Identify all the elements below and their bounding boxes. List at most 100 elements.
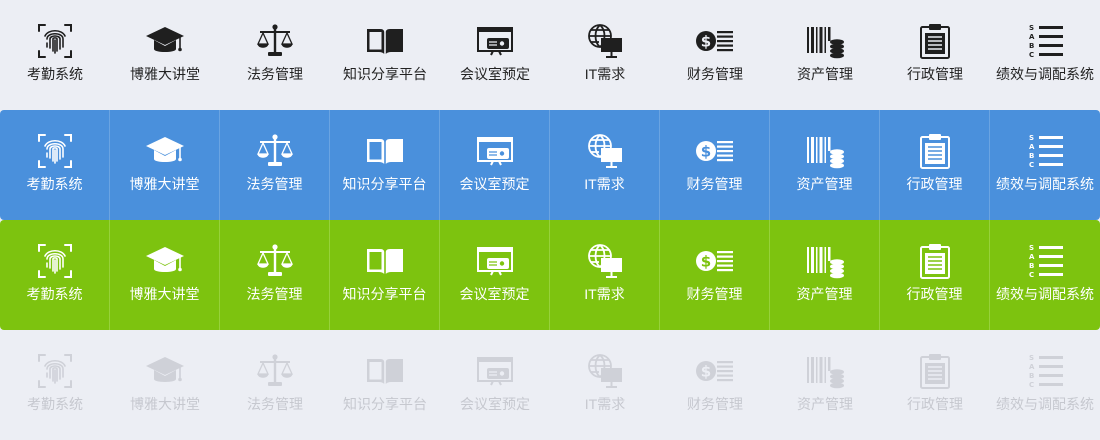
app-tile-hover[interactable]: 行政管理	[880, 110, 990, 220]
fingerprint-icon	[35, 21, 75, 61]
fingerprint-icon	[35, 241, 75, 281]
row-active: 考勤系统 博雅大讲堂 法务管理 知识分享平台 会议室预定 IT需求 $ 财务管理…	[0, 220, 1100, 330]
app-tile-active[interactable]: IT需求	[550, 220, 660, 330]
app-tile-active[interactable]: 行政管理	[880, 220, 990, 330]
scales-icon	[255, 351, 295, 391]
app-tile-default[interactable]: 资产管理	[770, 0, 880, 110]
svg-text:A: A	[1029, 253, 1035, 261]
dollar-list-icon: $	[695, 241, 735, 281]
app-tile-disabled: 资产管理	[770, 330, 880, 440]
graduation-cap-icon	[145, 131, 185, 171]
svg-text:$: $	[701, 33, 711, 51]
svg-text:A: A	[1029, 363, 1035, 371]
app-tile-hover[interactable]: 知识分享平台	[330, 110, 440, 220]
app-tile-default[interactable]: 知识分享平台	[330, 0, 440, 110]
app-tile-active[interactable]: 博雅大讲堂	[110, 220, 220, 330]
svg-text:B: B	[1029, 262, 1034, 270]
projector-icon	[475, 241, 515, 281]
app-tile-label: 知识分享平台	[342, 176, 427, 192]
graduation-cap-icon	[145, 21, 185, 61]
app-tile-label: 绩效与调配系统	[996, 396, 1094, 412]
app-tile-label: 财务管理	[687, 396, 743, 412]
open-book-icon	[365, 131, 405, 171]
app-tile-active[interactable]: 知识分享平台	[330, 220, 440, 330]
app-tile-label: 法务管理	[247, 396, 303, 412]
projector-icon	[475, 131, 515, 171]
app-tile-disabled: 知识分享平台	[330, 330, 440, 440]
svg-text:B: B	[1029, 152, 1034, 160]
app-tile-label: 会议室预定	[459, 286, 530, 302]
svg-text:B: B	[1029, 42, 1034, 50]
app-tile-active[interactable]: S A B C 绩效与调配系统	[990, 220, 1100, 330]
app-tile-hover[interactable]: 资产管理	[770, 110, 880, 220]
app-tile-hover[interactable]: 会议室预定	[440, 110, 550, 220]
sabc-list-icon: S A B C	[1025, 241, 1065, 281]
svg-text:S: S	[1029, 134, 1034, 142]
app-tile-label: 行政管理	[907, 396, 963, 412]
app-tile-default[interactable]: 博雅大讲堂	[110, 0, 220, 110]
app-tile-label: 博雅大讲堂	[130, 66, 200, 82]
app-tile-label: IT需求	[584, 66, 626, 82]
app-tile-label: 法务管理	[246, 286, 303, 302]
app-tile-default[interactable]: IT需求	[550, 0, 660, 110]
dollar-list-icon: $	[695, 131, 735, 171]
scales-icon	[255, 131, 295, 171]
open-book-icon	[365, 241, 405, 281]
app-tile-label: 知识分享平台	[342, 286, 427, 302]
fingerprint-icon	[35, 131, 75, 171]
app-tile-hover[interactable]: IT需求	[550, 110, 660, 220]
app-tile-label: 博雅大讲堂	[129, 286, 200, 302]
app-tile-label: 资产管理	[797, 396, 853, 412]
svg-text:A: A	[1029, 33, 1035, 41]
app-tile-active[interactable]: 考勤系统	[0, 220, 110, 330]
svg-text:S: S	[1029, 24, 1034, 32]
icon-sprite-sheet: 考勤系统 博雅大讲堂 法务管理 知识分享平台 会议室预定 IT需求 $ 财务管理…	[0, 0, 1100, 440]
globe-monitor-icon	[585, 131, 625, 171]
globe-monitor-icon	[585, 351, 625, 391]
app-tile-hover[interactable]: 博雅大讲堂	[110, 110, 220, 220]
app-tile-label: 法务管理	[246, 176, 303, 192]
app-tile-default[interactable]: S A B C 绩效与调配系统	[990, 0, 1100, 110]
clipboard-icon	[915, 351, 955, 391]
app-tile-hover[interactable]: S A B C 绩效与调配系统	[990, 110, 1100, 220]
sabc-list-icon: S A B C	[1025, 21, 1065, 61]
app-tile-default[interactable]: 行政管理	[880, 0, 990, 110]
fingerprint-icon	[35, 351, 75, 391]
app-tile-label: IT需求	[584, 396, 626, 412]
app-tile-active[interactable]: $ 财务管理	[660, 220, 770, 330]
app-tile-label: 博雅大讲堂	[130, 396, 200, 412]
barcode-coins-icon	[805, 351, 845, 391]
app-tile-default[interactable]: 考勤系统	[0, 0, 110, 110]
dollar-list-icon: $	[695, 21, 735, 61]
svg-text:C: C	[1029, 271, 1034, 279]
app-tile-label: 绩效与调配系统	[996, 286, 1094, 302]
app-tile-disabled: 考勤系统	[0, 330, 110, 440]
app-tile-default[interactable]: 会议室预定	[440, 0, 550, 110]
svg-text:B: B	[1029, 372, 1034, 380]
graduation-cap-icon	[145, 241, 185, 281]
app-tile-label: 考勤系统	[27, 66, 83, 82]
barcode-coins-icon	[805, 131, 845, 171]
app-tile-label: 行政管理	[906, 176, 963, 192]
projector-icon	[475, 351, 515, 391]
projector-icon	[475, 21, 515, 61]
app-tile-label: 财务管理	[686, 286, 743, 302]
app-tile-hover[interactable]: 法务管理	[220, 110, 330, 220]
app-tile-label: 绩效与调配系统	[996, 66, 1094, 82]
app-tile-default[interactable]: 法务管理	[220, 0, 330, 110]
globe-monitor-icon	[585, 241, 625, 281]
app-tile-default[interactable]: $ 财务管理	[660, 0, 770, 110]
app-tile-label: 知识分享平台	[343, 66, 427, 82]
svg-text:A: A	[1029, 143, 1035, 151]
app-tile-active[interactable]: 法务管理	[220, 220, 330, 330]
svg-text:S: S	[1029, 354, 1034, 362]
svg-text:S: S	[1029, 244, 1034, 252]
clipboard-icon	[915, 21, 955, 61]
app-tile-hover[interactable]: 考勤系统	[0, 110, 110, 220]
app-tile-hover[interactable]: $ 财务管理	[660, 110, 770, 220]
svg-text:C: C	[1029, 381, 1034, 389]
app-tile-active[interactable]: 资产管理	[770, 220, 880, 330]
svg-text:$: $	[701, 363, 711, 381]
app-tile-active[interactable]: 会议室预定	[440, 220, 550, 330]
svg-text:$: $	[700, 253, 710, 271]
